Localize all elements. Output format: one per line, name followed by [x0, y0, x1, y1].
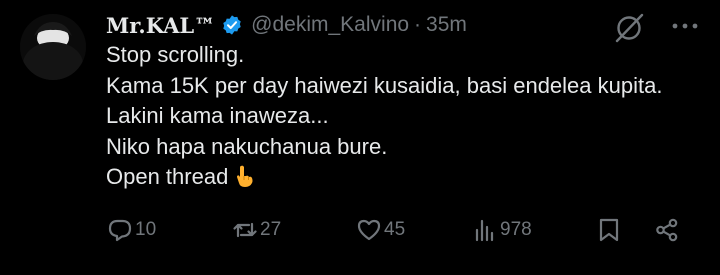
reply-count: 10	[135, 219, 157, 240]
verified-badge-icon	[223, 15, 241, 35]
bookmark-button[interactable]	[596, 213, 622, 247]
like-count: 45	[384, 219, 406, 240]
views-icon	[475, 219, 494, 242]
avatar-image	[20, 14, 86, 80]
like-button[interactable]: 45	[356, 213, 405, 247]
share-button[interactable]	[654, 213, 680, 247]
tweet-card[interactable]: Mr.KAL™ @dekim_Kalvino · 35m Stop scroll…	[0, 0, 720, 275]
share-icon	[656, 218, 678, 242]
tweet-line: Niko hapa nakuchanua bure.	[106, 133, 388, 159]
more-icon[interactable]	[670, 20, 700, 32]
tweet-header: Mr.KAL™ @dekim_Kalvino · 35m	[106, 10, 467, 40]
repost-button[interactable]: 27	[232, 213, 281, 247]
tweet-line: Stop scrolling.	[106, 42, 245, 67]
pointing-down-emoji-icon	[237, 165, 253, 187]
views-count: 978	[500, 219, 532, 240]
avatar[interactable]	[20, 14, 86, 80]
reply-icon	[108, 219, 132, 242]
tweet-line-last: Open thread	[106, 162, 662, 193]
tweet-line: Open thread	[106, 164, 229, 189]
like-icon	[357, 219, 381, 241]
tweet-line: Kama 15K per day haiwezi kusaidia, basi …	[106, 72, 663, 98]
repost-count: 27	[260, 219, 282, 240]
views-button[interactable]: 978	[472, 213, 532, 247]
tweet-line: Lakini kama inaweza...	[106, 103, 329, 128]
user-handle[interactable]: @dekim_Kalvino	[251, 13, 409, 37]
action-bar: 10 27 45 978	[0, 213, 720, 247]
tweet-text: Stop scrolling. Kama 15K per day haiwezi…	[106, 40, 662, 193]
display-name[interactable]: Mr.KAL™	[106, 13, 215, 38]
reply-button[interactable]: 10	[107, 213, 156, 247]
separator-dot: ·	[414, 13, 422, 36]
repost-icon	[233, 222, 257, 238]
bookmark-icon	[599, 218, 619, 242]
timestamp[interactable]: 35m	[426, 13, 467, 37]
